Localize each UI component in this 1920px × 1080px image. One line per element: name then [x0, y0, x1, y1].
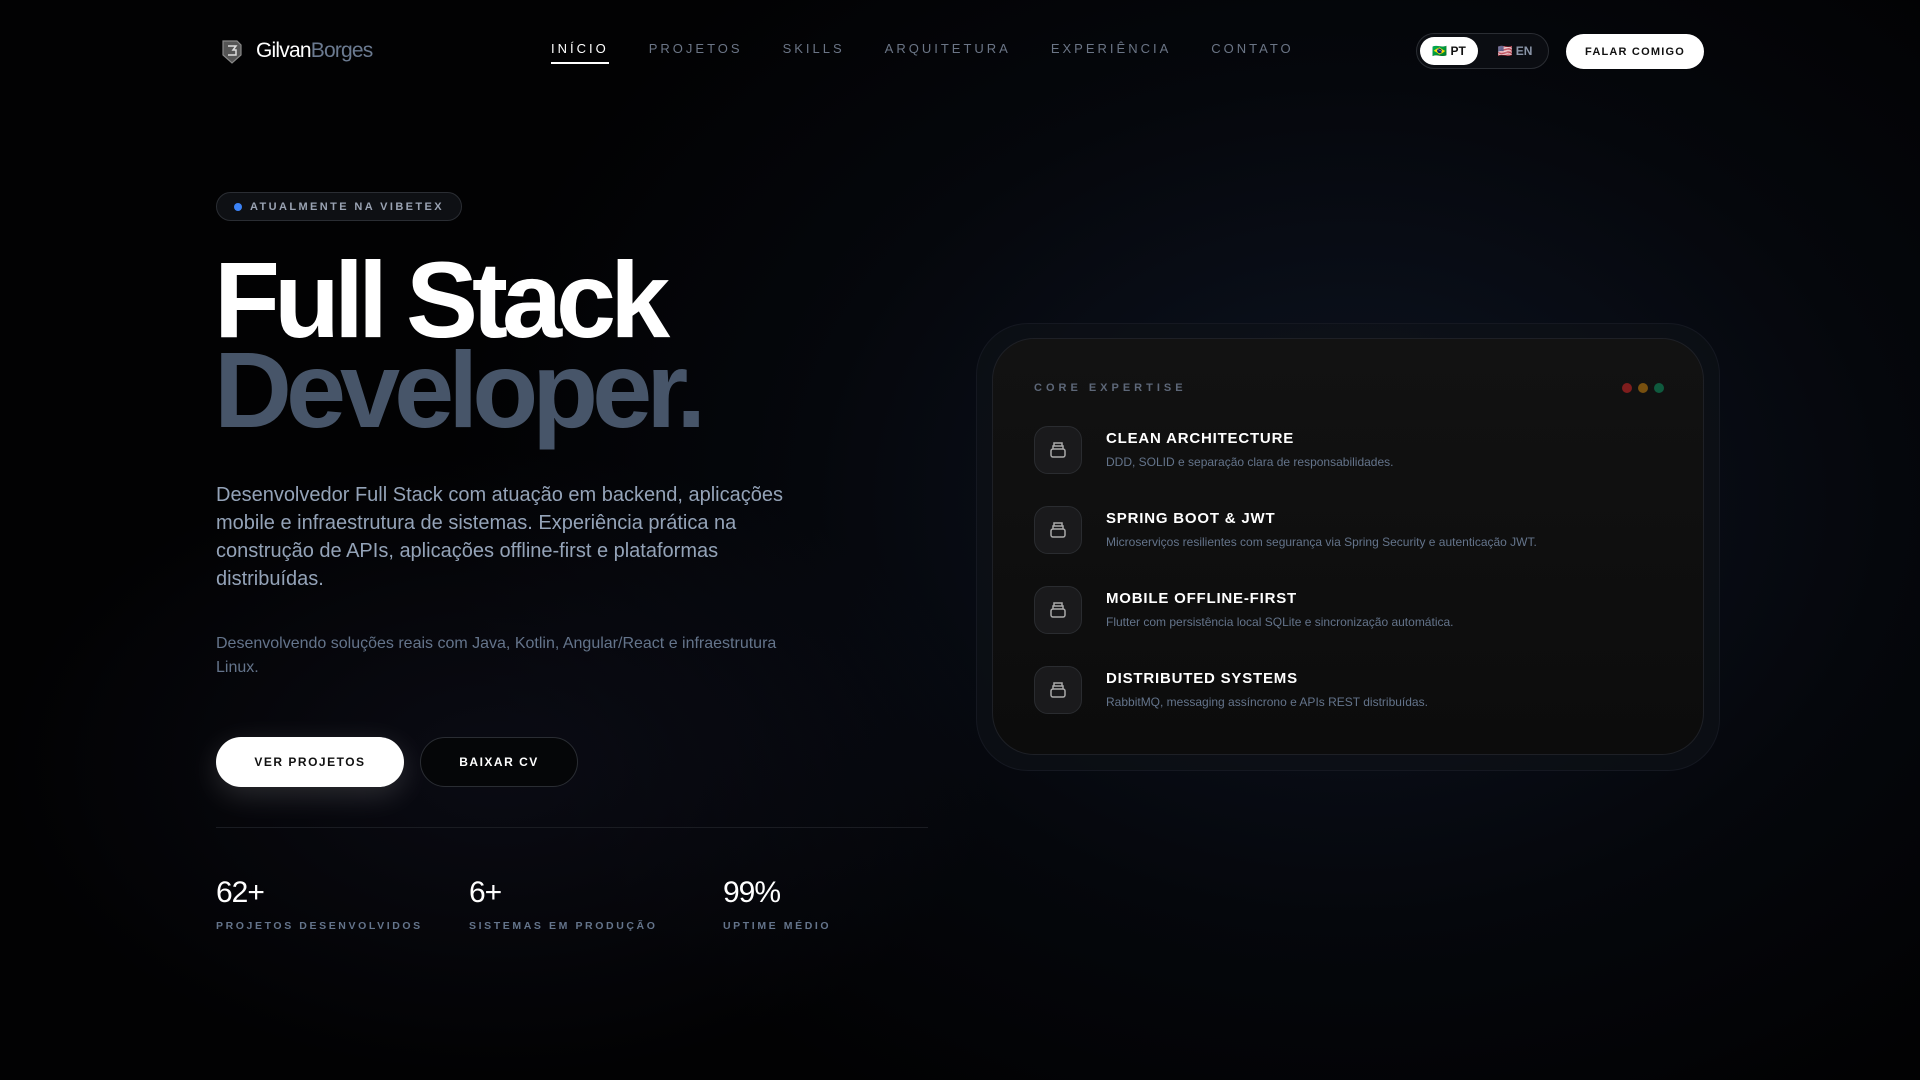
- nav-experiencia[interactable]: EXPERIÊNCIA: [1051, 41, 1171, 64]
- contact-button[interactable]: FALAR COMIGO: [1566, 34, 1704, 69]
- download-cv-button[interactable]: BAIXAR CV: [420, 737, 578, 787]
- expertise-title: DISTRIBUTED SYSTEMS: [1106, 670, 1298, 687]
- window-dots: [1622, 383, 1664, 393]
- card-label: CORE EXPERTISE: [1034, 382, 1187, 394]
- status-dot-icon: [234, 202, 242, 211]
- stat-label: SISTEMAS EM PRODUÇÃO: [469, 920, 658, 932]
- badge-text: ATUALMENTE NA VIBETEX: [250, 200, 445, 213]
- brand-last: Borges: [310, 39, 374, 62]
- brand-logo[interactable]: GilvanBorges: [220, 38, 374, 64]
- stat-uptime: 99% UPTIME MÉDIO: [723, 876, 831, 932]
- expertise-desc: Flutter com persistência local SQLite e …: [1106, 615, 1454, 629]
- nav-skills[interactable]: SKILLS: [783, 41, 845, 64]
- expertise-item: MOBILE OFFLINE-FIRST Flutter com persistê…: [1034, 586, 1454, 634]
- green-dot-icon: [1654, 383, 1664, 393]
- divider: [216, 827, 928, 828]
- stat-systems: 6+ SISTEMAS EM PRODUÇÃO: [469, 876, 658, 932]
- nav-inicio[interactable]: INÍCIO: [551, 41, 609, 64]
- main-nav: INÍCIO PROJETOS SKILLS ARQUITETURA EXPER…: [551, 41, 1294, 64]
- stack-icon: [1034, 506, 1082, 554]
- stack-icon: [1034, 586, 1082, 634]
- lang-pt-button[interactable]: 🇧🇷 PT: [1420, 37, 1478, 65]
- shield-logo-icon: [222, 40, 242, 64]
- lang-en-button[interactable]: 🇺🇸 EN: [1486, 37, 1544, 65]
- expertise-item: CLEAN ARCHITECTURE DDD, SOLID e separação…: [1034, 426, 1393, 474]
- expertise-title: CLEAN ARCHITECTURE: [1106, 430, 1295, 447]
- nav-arquitetura[interactable]: ARQUITETURA: [885, 41, 1011, 64]
- hero-title: Full Stack Developer.: [214, 246, 706, 450]
- stat-label: PROJETOS DESENVOLVIDOS: [216, 920, 423, 932]
- stat-value: 6+: [469, 876, 502, 909]
- expertise-desc: RabbitMQ, messaging assíncrono e APIs RE…: [1106, 695, 1428, 709]
- nav-projetos[interactable]: PROJETOS: [649, 41, 743, 64]
- hero-description: Desenvolvedor Full Stack com atuação em …: [216, 484, 783, 590]
- red-dot-icon: [1622, 383, 1632, 393]
- stat-label: UPTIME MÉDIO: [723, 920, 832, 932]
- expertise-item: SPRING BOOT & JWT Microserviços resilient…: [1034, 506, 1537, 554]
- expertise-title: SPRING BOOT & JWT: [1106, 510, 1276, 527]
- expertise-item: DISTRIBUTED SYSTEMS RabbitMQ, messaging a…: [1034, 666, 1428, 714]
- title-line-2: Developer.: [214, 329, 706, 450]
- expertise-card: CORE EXPERTISE CLEAN ARCHITECTURE DDD, SO…: [992, 338, 1704, 755]
- expertise-desc: Microserviços resilientes com segurança …: [1106, 535, 1537, 549]
- stat-value: 62+: [216, 876, 265, 909]
- yellow-dot-icon: [1638, 383, 1648, 393]
- status-badge: ATUALMENTE NA VIBETEX: [216, 192, 463, 221]
- stack-icon: [1034, 666, 1082, 714]
- stack-icon: [1034, 426, 1082, 474]
- stat-value: 99%: [723, 876, 781, 909]
- stat-projects: 62+ PROJETOS DESENVOLVIDOS: [216, 876, 423, 932]
- nav-contato[interactable]: CONTATO: [1211, 41, 1293, 64]
- language-toggle: 🇧🇷 PT 🇺🇸 EN: [1416, 33, 1549, 69]
- expertise-title: MOBILE OFFLINE-FIRST: [1106, 590, 1297, 607]
- expertise-desc: DDD, SOLID e separação clara de responsa…: [1106, 455, 1394, 469]
- brand-first: Gilvan: [256, 39, 312, 62]
- hero-subdescription: Desenvolvendo soluções reais com Java, K…: [216, 635, 777, 676]
- view-projects-button[interactable]: VER PROJETOS: [216, 737, 404, 787]
